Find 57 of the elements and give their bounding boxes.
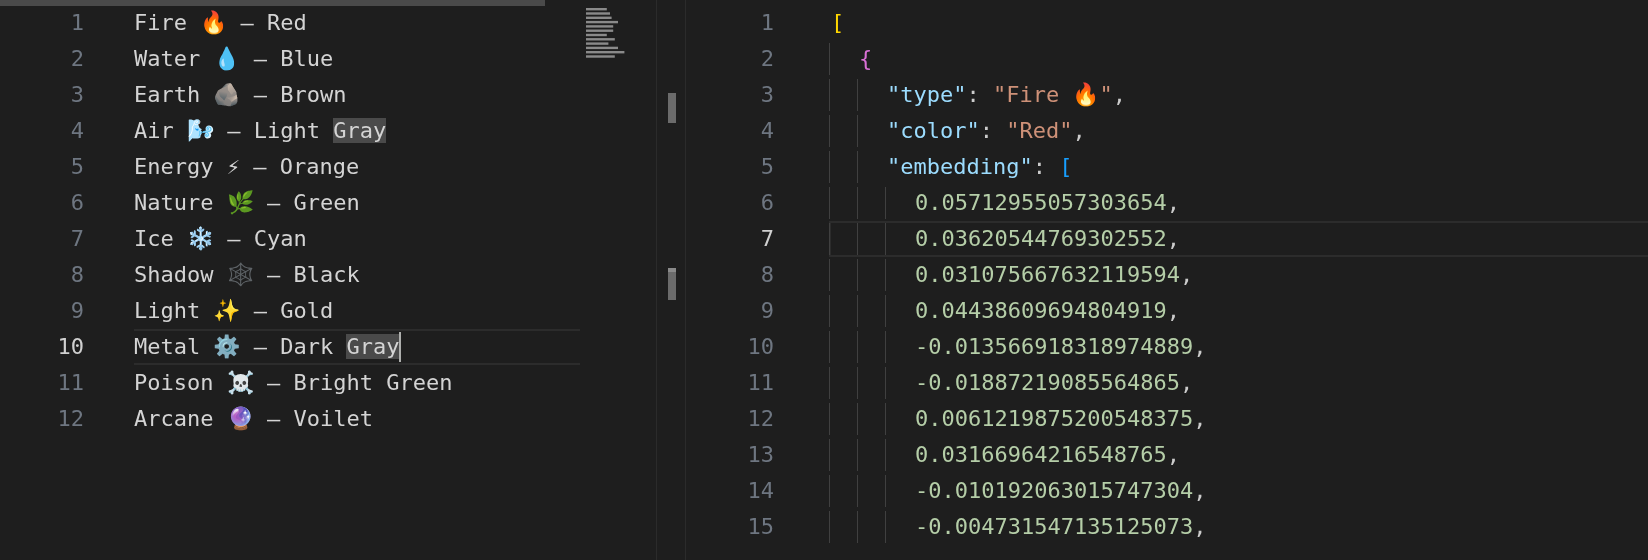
code-line: Shadow 🕸 — Black: [134, 261, 360, 289]
line-number: 2: [69, 45, 84, 73]
code-line: Earth 🪨 — Brown: [134, 81, 347, 109]
code-line: Air 🌬 — Light Gray: [134, 117, 387, 145]
code-line: "embedding": [: [887, 153, 1073, 181]
code-line: -0.013566918318974889,: [915, 333, 1207, 361]
line-number: 3: [69, 81, 84, 109]
code-line: -0.010192063015747304,: [915, 477, 1207, 505]
code-line: [: [831, 9, 845, 37]
scrollbar-marker: [668, 93, 676, 123]
scrollbar-thumb[interactable]: [0, 0, 545, 6]
code-line: {: [859, 45, 873, 73]
line-number: 3: [759, 81, 774, 109]
code-line: Fire 🔥 — Red: [134, 9, 307, 37]
code-line: -0.004731547135125073,: [915, 513, 1207, 541]
code-line: "color": "Red",: [887, 117, 1086, 145]
line-number: 7: [69, 225, 84, 253]
line-number: 6: [69, 189, 84, 217]
line-number: 7: [759, 225, 774, 253]
code-line: Ice ❄ — Cyan: [134, 225, 307, 253]
code-line: 0.05712955057303654,: [915, 189, 1180, 217]
line-number: 8: [759, 261, 774, 289]
line-number: 5: [759, 153, 774, 181]
line-number: 8: [69, 261, 84, 289]
code-line: Water 💧 — Blue: [134, 45, 334, 73]
code-line: Nature 🌿 — Green: [134, 189, 360, 217]
line-number: 12: [746, 405, 774, 433]
line-number: 9: [69, 297, 84, 325]
code-line: Arcane 🔮 — Voilet: [134, 405, 373, 433]
code-line: 0.031075667632119594,: [915, 261, 1194, 289]
code-line: Metal ⚙ — Dark Gray: [134, 333, 400, 361]
scrollbar-marker: [668, 268, 676, 300]
code-line: 0.03620544769302552,: [915, 225, 1180, 253]
line-number: 10: [746, 333, 774, 361]
line-number: 1: [69, 9, 84, 37]
line-number: 2: [759, 45, 774, 73]
code-line: "type": "Fire 🔥",: [887, 81, 1126, 109]
line-number: 1: [759, 9, 774, 37]
line-number: 15: [746, 513, 774, 541]
line-number: 4: [759, 117, 774, 145]
line-number: 11: [746, 369, 774, 397]
line-number: 11: [56, 369, 84, 397]
code-line: 0.0061219875200548375,: [915, 405, 1207, 433]
code-line: -0.01887219085564865,: [915, 369, 1194, 397]
line-number: 13: [746, 441, 774, 469]
code-line: Energy ⚡ — Orange: [134, 153, 360, 181]
line-number: 14: [746, 477, 774, 505]
line-number: 12: [56, 405, 84, 433]
code-line: Light ✨ — Gold: [134, 297, 334, 325]
line-number: 4: [69, 117, 84, 145]
line-number: 10: [56, 333, 84, 361]
code-line: 0.04438609694804919,: [915, 297, 1180, 325]
code-line: 0.03166964216548765,: [915, 441, 1180, 469]
line-number: 9: [759, 297, 774, 325]
line-number: 5: [69, 153, 84, 181]
code-line: Poison ☠ — Bright Green: [134, 369, 453, 397]
line-number: 6: [759, 189, 774, 217]
